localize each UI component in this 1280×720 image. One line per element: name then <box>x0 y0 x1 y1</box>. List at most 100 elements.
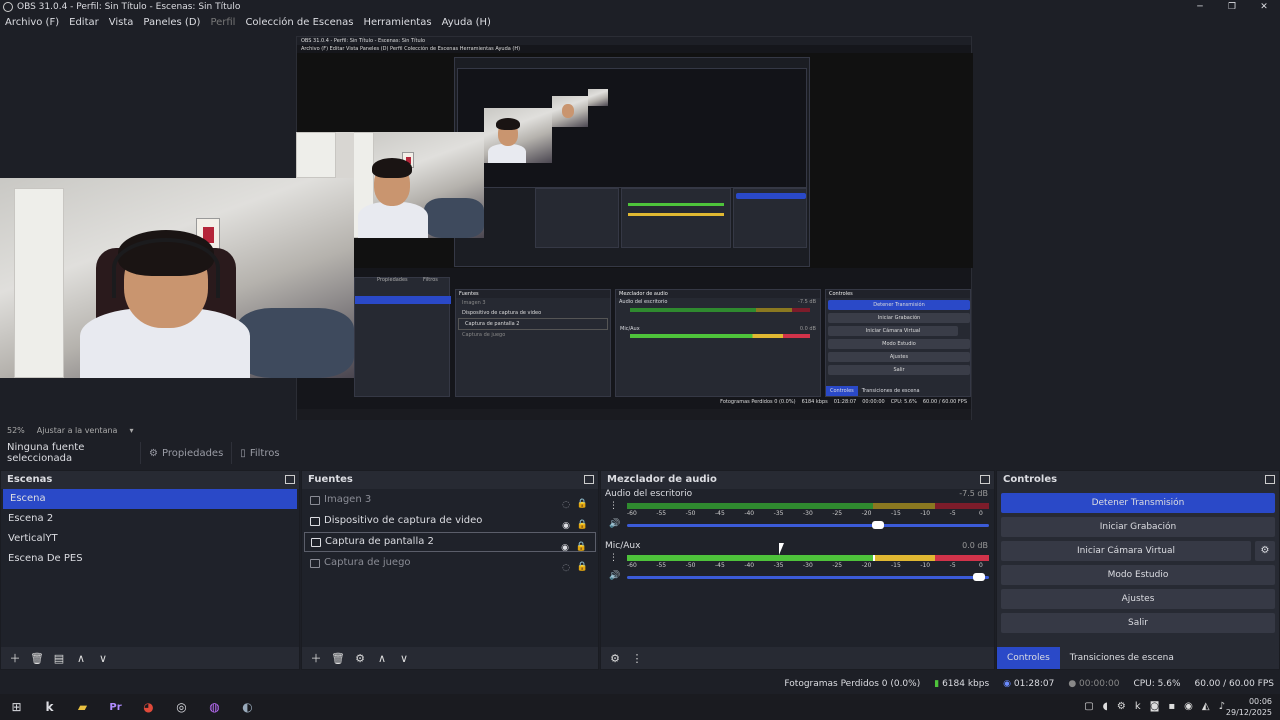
tray-app-icon[interactable]: ▪ <box>1168 701 1175 712</box>
start-virtual-camera-button[interactable]: Iniciar Cámara Virtual <box>1001 541 1251 561</box>
messenger-icon[interactable]: ◍ <box>198 694 231 720</box>
webcam-tiny <box>552 96 588 127</box>
move-down-icon[interactable]: ∨ <box>95 650 111 666</box>
tray-app-icon[interactable]: ◭ <box>1202 701 1210 712</box>
scenes-title: Escenas <box>7 474 53 485</box>
obs-icon[interactable]: ◎ <box>165 694 198 720</box>
virtual-camera-settings-gear-icon[interactable]: ⚙ <box>1255 541 1275 561</box>
meter-tick-label: -40 <box>744 562 755 569</box>
scene-item[interactable]: Escena <box>3 489 297 509</box>
tray-app-icon[interactable]: k <box>1135 701 1141 712</box>
windows-start-icon[interactable]: ⊞ <box>0 694 33 720</box>
menu-coleccion-escenas[interactable]: Colección de Escenas <box>240 16 358 30</box>
close-icon[interactable]: ✕ <box>1248 0 1280 14</box>
kebab-menu-icon[interactable]: ⋮ <box>629 650 645 666</box>
menu-herramientas[interactable]: Herramientas <box>358 16 436 30</box>
studio-mode-button[interactable]: Modo Estudio <box>1001 565 1275 585</box>
scene-item[interactable]: Escena 2 <box>1 509 299 529</box>
kebab-menu-icon[interactable]: ⋮ <box>609 501 618 511</box>
taskbar-clock[interactable]: 00:06 29/12/2025 <box>1226 696 1272 718</box>
scene-item[interactable]: Escena De PES <box>1 549 299 569</box>
menu-editar[interactable]: Editar <box>64 16 104 30</box>
menu-vista[interactable]: Vista <box>104 16 139 30</box>
gear-icon: ⚙ <box>149 447 158 459</box>
undock-icon[interactable] <box>584 475 594 484</box>
premiere-icon[interactable]: Pr <box>99 694 132 720</box>
volume-slider[interactable] <box>627 521 989 529</box>
nested-source-0: Imagen 3 <box>462 300 486 306</box>
webcam-clothes <box>236 308 354 378</box>
meter-red-zone <box>934 555 989 561</box>
tray-app-icon[interactable]: ▢ <box>1084 701 1093 712</box>
kebab-menu-icon[interactable]: ⋮ <box>609 553 618 563</box>
speaker-icon[interactable]: 🔊 <box>609 519 620 529</box>
source-label: Captura de juego <box>324 557 411 568</box>
trash-icon[interactable]: 🗑 <box>330 650 346 666</box>
steam-icon[interactable]: ◐ <box>231 694 264 720</box>
webcam-small <box>484 108 552 163</box>
advanced-audio-gear-icon[interactable]: ⚙ <box>607 650 623 666</box>
tab-controles[interactable]: Controles <box>997 647 1060 669</box>
meter-tick-label: -15 <box>891 562 901 569</box>
nested-tab-0: Controles <box>826 386 858 396</box>
zoom-bar: 52% Ajustar a la ventana ▾ <box>0 426 133 436</box>
filters-button[interactable]: ▯ Filtros <box>231 442 287 464</box>
move-up-icon[interactable]: ∧ <box>73 650 89 666</box>
settings-button[interactable]: Ajustes <box>1001 589 1275 609</box>
add-icon[interactable]: ＋ <box>7 650 23 666</box>
undock-icon[interactable] <box>980 475 990 484</box>
menu-paneles[interactable]: Paneles (D) <box>138 16 205 30</box>
undock-icon[interactable] <box>285 475 295 484</box>
menu-perfil[interactable]: Perfil <box>205 16 240 30</box>
meter-tick-label: -55 <box>656 510 667 517</box>
meter-tick-label: -45 <box>715 562 725 569</box>
source-item[interactable]: Dispositivo de captura de video ◉ 🔒 <box>304 511 596 531</box>
move-down-icon[interactable]: ∨ <box>396 650 412 666</box>
menu-archivo[interactable]: Archivo (F) <box>0 16 64 30</box>
mixer-title: Mezclador de audio <box>607 474 717 485</box>
webcam-tiniest <box>588 89 608 106</box>
minimize-icon[interactable]: ─ <box>1184 0 1216 14</box>
chevron-down-icon[interactable]: ▾ <box>129 426 133 436</box>
nested-btn-2: Iniciar Cámara Virtual <box>828 326 958 336</box>
lock-icon[interactable]: 🔒 <box>577 557 588 577</box>
volume-icon[interactable]: ♪ <box>1219 701 1225 712</box>
filter-icon[interactable]: ▤ <box>51 650 67 666</box>
nested-btn-3: Modo Estudio <box>828 339 970 349</box>
k-app-icon[interactable]: k <box>33 694 66 720</box>
tray-app-icon[interactable]: ◖ <box>1103 701 1108 712</box>
properties-button[interactable]: ⚙ Propiedades <box>140 442 231 464</box>
eye-hidden-icon[interactable]: ◌ <box>562 558 570 578</box>
program-preview[interactable]: OBS 31.0.4 - Perfil: Sin Título - Escena… <box>0 32 1280 424</box>
restore-icon[interactable]: ❐ <box>1216 0 1248 14</box>
trash-icon[interactable]: 🗑 <box>29 650 45 666</box>
tab-transiciones[interactable]: Transiciones de escena <box>1060 647 1184 669</box>
undock-icon[interactable] <box>1265 475 1275 484</box>
nested-ch1-meter <box>630 308 810 312</box>
zoom-mode[interactable]: Ajustar a la ventana <box>37 426 118 436</box>
volume-slider[interactable] <box>627 573 989 581</box>
stop-streaming-button[interactable]: Detener Transmisión <box>1001 493 1275 513</box>
move-up-icon[interactable]: ∧ <box>374 650 390 666</box>
system-tray: ▢ ◖ ⚙ k ◙ ▪ ◉ ◭ ♪ <box>1084 701 1225 712</box>
source-item[interactable]: Captura de pantalla 2 ◉ 🔒 <box>304 532 596 553</box>
scene-item[interactable]: VerticalYT <box>1 529 299 549</box>
tray-app-icon[interactable]: ⚙ <box>1117 701 1126 712</box>
speaker-icon[interactable]: 🔊 <box>609 571 620 581</box>
exit-button[interactable]: Salir <box>1001 613 1275 633</box>
file-explorer-icon[interactable]: ▰ <box>66 694 99 720</box>
source-item[interactable]: Captura de juego ◌ 🔒 <box>304 553 596 573</box>
menu-ayuda[interactable]: Ayuda (H) <box>437 16 496 30</box>
volume-slider-knob[interactable] <box>973 573 986 581</box>
chrome-icon[interactable]: ◕ <box>132 694 165 720</box>
start-recording-button[interactable]: Iniciar Grabación <box>1001 517 1275 537</box>
source-item[interactable]: Imagen 3 ◌ 🔒 <box>304 490 596 510</box>
sources-header: Fuentes <box>302 471 598 489</box>
camera-icon <box>310 516 320 526</box>
tray-app-icon[interactable]: ◙ <box>1150 701 1160 712</box>
add-icon[interactable]: ＋ <box>308 650 324 666</box>
gear-icon[interactable]: ⚙ <box>352 650 368 666</box>
tray-app-icon[interactable]: ◉ <box>1184 701 1193 712</box>
meter-tick-label: -60 <box>627 510 637 517</box>
volume-slider-knob[interactable] <box>872 521 885 529</box>
